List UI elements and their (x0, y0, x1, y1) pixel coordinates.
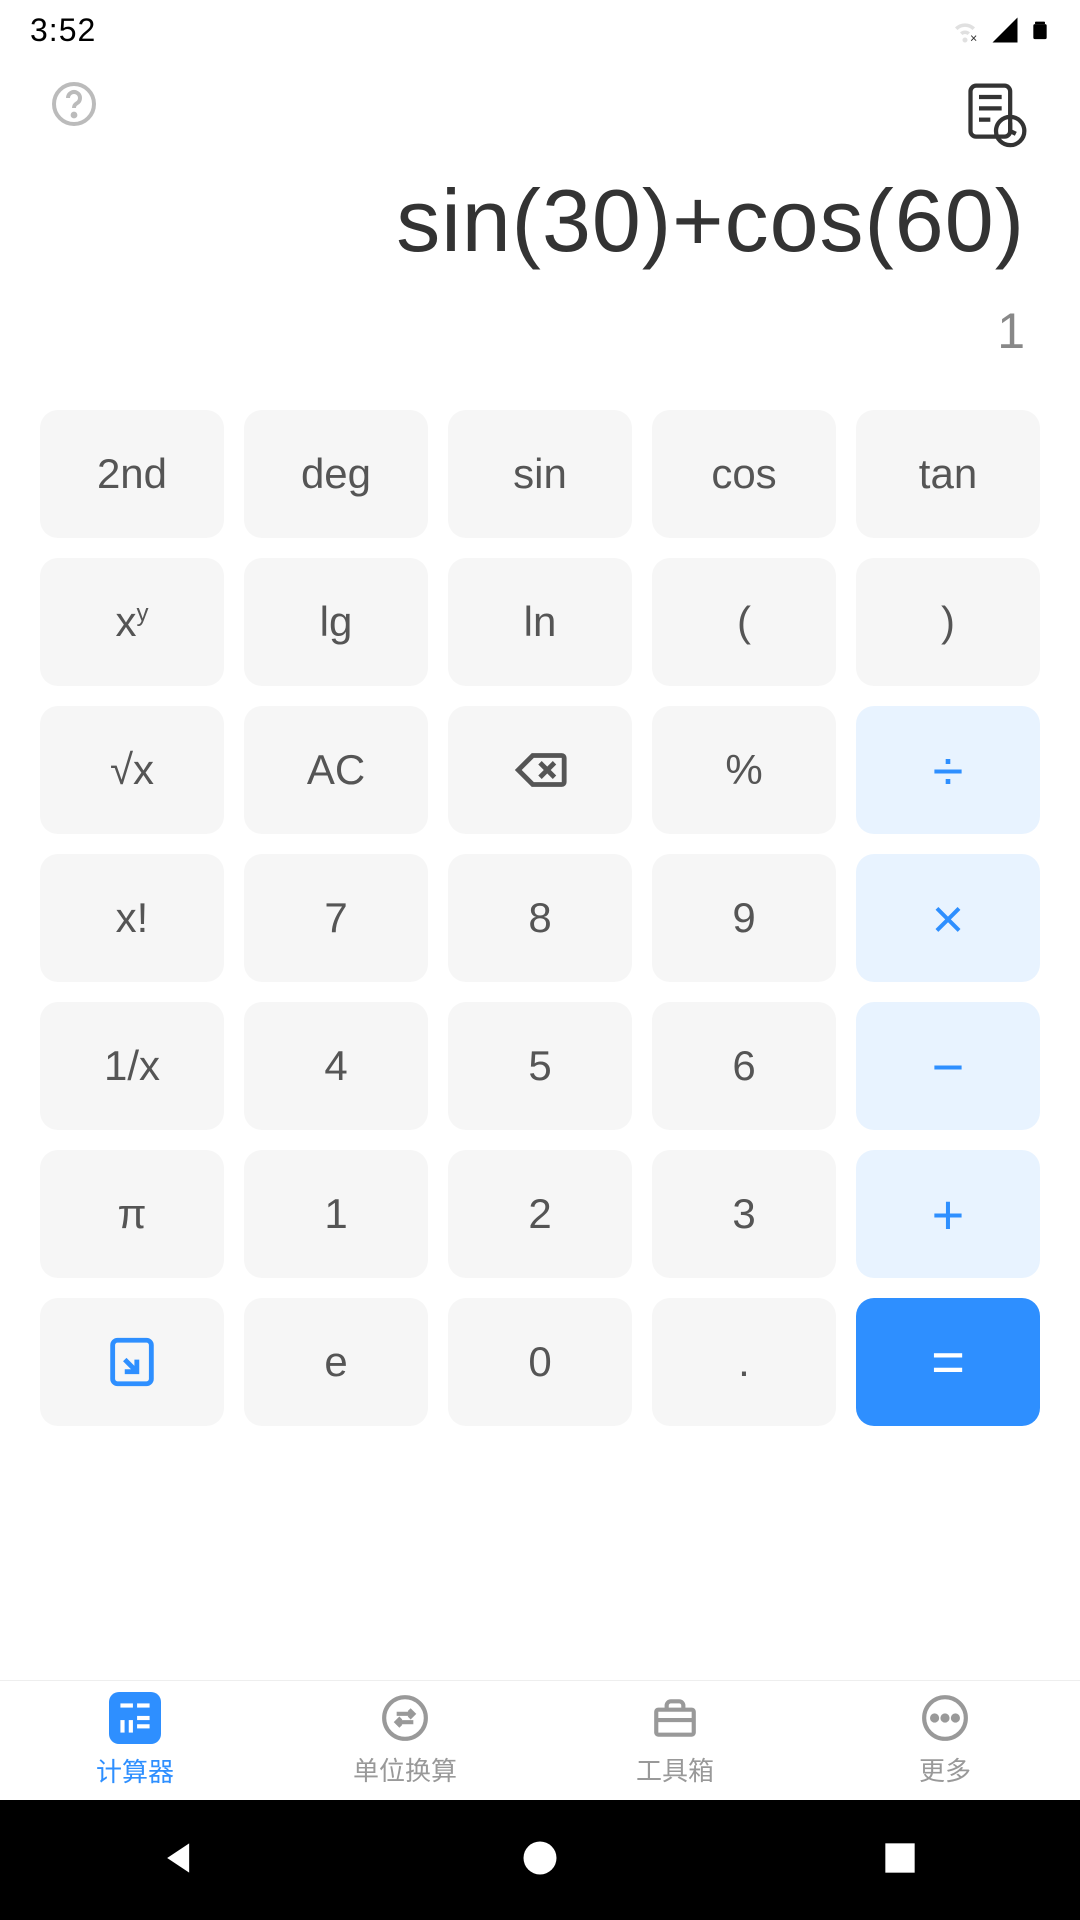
status-icons: × (950, 13, 1050, 47)
key-rparen[interactable]: ) (856, 558, 1040, 686)
help-icon (50, 80, 98, 128)
battery-icon (1030, 13, 1050, 47)
sys-back[interactable] (158, 1836, 202, 1885)
key-e[interactable]: e (244, 1298, 428, 1426)
key-9[interactable]: 9 (652, 854, 836, 982)
multiply-icon: × (932, 886, 965, 951)
key-6[interactable]: 6 (652, 1002, 836, 1130)
key-0[interactable]: 0 (448, 1298, 632, 1426)
display-area: sin(30)+cos(60) 1 (0, 170, 1080, 360)
status-bar: 3:52 × (0, 0, 1080, 60)
help-button[interactable] (50, 80, 98, 133)
key-3[interactable]: 3 (652, 1150, 836, 1278)
key-4[interactable]: 4 (244, 1002, 428, 1130)
signal-icon (990, 15, 1020, 45)
key-lg[interactable]: lg (244, 558, 428, 686)
key-percent[interactable]: % (652, 706, 836, 834)
key-divide[interactable]: ÷ (856, 706, 1040, 834)
key-deg[interactable]: deg (244, 410, 428, 538)
header-bar (0, 60, 1080, 160)
key-7[interactable]: 7 (244, 854, 428, 982)
key-minus[interactable]: − (856, 1002, 1040, 1130)
backspace-icon (511, 741, 569, 799)
key-ac[interactable]: AC (244, 706, 428, 834)
sqrt-label: √x (110, 746, 154, 794)
key-dot[interactable]: . (652, 1298, 836, 1426)
nav-unit-label: 单位换算 (353, 1751, 457, 1788)
key-2[interactable]: 2 (448, 1150, 632, 1278)
sys-home[interactable] (518, 1836, 562, 1885)
calculator-icon (110, 1693, 160, 1743)
key-sin[interactable]: sin (448, 410, 632, 538)
key-lparen[interactable]: ( (652, 558, 836, 686)
key-2nd[interactable]: 2nd (40, 410, 224, 538)
toolbox-icon (650, 1693, 700, 1743)
key-multiply[interactable]: × (856, 854, 1040, 982)
back-icon (158, 1836, 202, 1880)
keypad: 2nd deg sin cos tan xy lg ln ( ) √x AC %… (0, 410, 1080, 1426)
collapse-icon (103, 1333, 161, 1391)
key-8[interactable]: 8 (448, 854, 632, 982)
nav-calc-label: 计算器 (96, 1752, 174, 1789)
key-plus[interactable]: + (856, 1150, 1040, 1278)
key-sqrt[interactable]: √x (40, 706, 224, 834)
recent-icon (878, 1836, 922, 1880)
nav-unit[interactable]: 单位换算 (270, 1681, 540, 1800)
equals-icon: = (931, 1329, 965, 1396)
key-backspace[interactable] (448, 706, 632, 834)
history-icon (962, 80, 1030, 148)
key-power[interactable]: xy (40, 558, 224, 686)
nav-calculator[interactable]: 计算器 (0, 1681, 270, 1800)
divide-icon: ÷ (933, 738, 964, 803)
result-text: 1 (55, 302, 1025, 360)
key-reciprocal[interactable]: 1/x (40, 1002, 224, 1130)
key-pi[interactable]: π (40, 1150, 224, 1278)
home-icon (518, 1836, 562, 1880)
key-collapse[interactable] (40, 1298, 224, 1426)
plus-icon: + (932, 1182, 965, 1247)
key-ln[interactable]: ln (448, 558, 632, 686)
expression-text: sin(30)+cos(60) (55, 170, 1025, 272)
nav-more[interactable]: 更多 (810, 1681, 1080, 1800)
svg-text:×: × (970, 32, 977, 46)
key-tan[interactable]: tan (856, 410, 1040, 538)
system-nav (0, 1800, 1080, 1920)
nav-tools-label: 工具箱 (636, 1751, 714, 1788)
wifi-off-icon: × (950, 15, 980, 45)
key-1[interactable]: 1 (244, 1150, 428, 1278)
nav-more-label: 更多 (919, 1751, 971, 1788)
history-button[interactable] (962, 80, 1030, 153)
nav-tools[interactable]: 工具箱 (540, 1681, 810, 1800)
key-cos[interactable]: cos (652, 410, 836, 538)
minus-icon: − (932, 1034, 965, 1099)
xy-label: xy (116, 598, 149, 646)
sys-recent[interactable] (878, 1836, 922, 1885)
status-time: 3:52 (30, 12, 96, 49)
bottom-nav: 计算器 单位换算 工具箱 更多 (0, 1680, 1080, 1800)
key-factorial[interactable]: x! (40, 854, 224, 982)
more-icon (920, 1693, 970, 1743)
unit-convert-icon (380, 1693, 430, 1743)
key-5[interactable]: 5 (448, 1002, 632, 1130)
key-equals[interactable]: = (856, 1298, 1040, 1426)
